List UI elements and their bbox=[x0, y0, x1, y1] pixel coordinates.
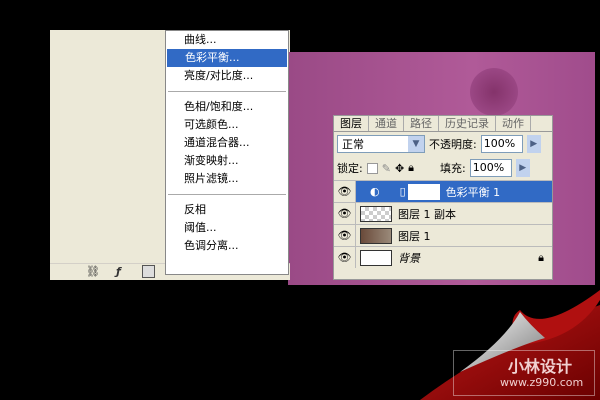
watermark-title: 小林设计 bbox=[508, 357, 573, 376]
page-curl-decoration bbox=[420, 290, 600, 400]
watermark-url: www.z990.com bbox=[500, 376, 584, 389]
